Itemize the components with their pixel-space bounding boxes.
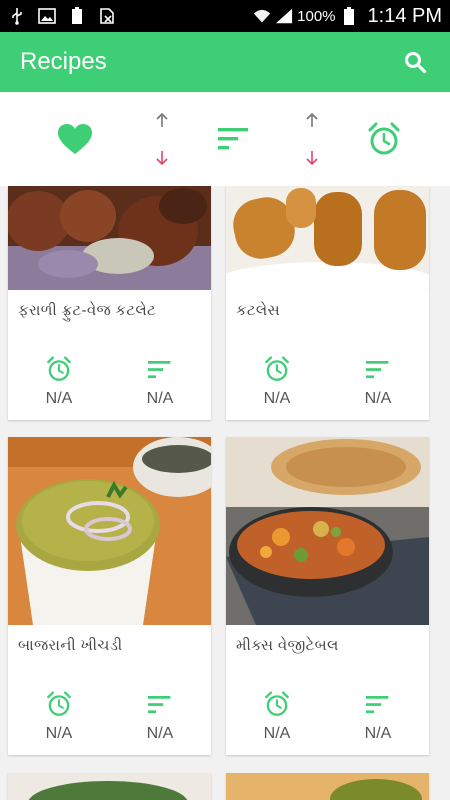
alarm-icon [265,356,289,381]
alarm-icon [265,691,289,716]
image-icon [38,7,56,25]
difficulty-level-value: N/A [146,725,174,742]
alarm-icon [47,691,71,716]
wifi-icon [253,7,271,25]
cooking-time-filter-button[interactable] [364,120,404,158]
usb-icon [8,7,26,25]
recipe-title: ફરાળી ફ્રુટ-વેજ કટલેટ [18,302,157,319]
recipe-card[interactable]: બાજરાની ખીચડી N/A N/A [8,437,211,755]
recipe-title: કટલેસ [236,302,281,319]
recipe-title: મીક્સ વેજીટેબલ [236,637,339,654]
recipe-card[interactable]: ફરાળી ફ્રુટ-વેજ કટલેટ N/A N/A [8,186,211,420]
sort-lines-icon [148,361,171,379]
cooking-time-value: N/A [45,390,73,407]
sort-lines-icon [366,361,389,379]
no-sim-icon [98,7,116,25]
recipe-card[interactable] [226,773,429,800]
recipe-image [8,186,211,290]
recipe-image [226,437,429,625]
signal-icon [275,7,293,25]
arrow-up-icon [306,112,318,127]
recipe-card[interactable]: કટલેસ N/A N/A [226,186,429,420]
difficulty-level-value: N/A [364,390,392,407]
cooking-time: N/A [247,691,307,743]
recipe-card[interactable]: મીક્સ વેજીટેબલ N/A N/A [226,437,429,755]
app-bar: Recipes [0,32,450,92]
heart-icon [58,124,92,154]
recipe-image [8,773,211,800]
clock: 1:14 PM [367,4,442,27]
difficulty-level: N/A [130,356,190,408]
sort-level-ascending-button[interactable] [300,108,324,132]
battery-icon [340,7,358,25]
recipe-card[interactable] [8,773,211,800]
favorites-filter-button[interactable] [54,120,96,158]
cooking-time-value: N/A [263,725,291,742]
page-title: Recipes [20,48,107,75]
search-button[interactable] [400,47,430,77]
filter-bar [0,92,450,186]
recipe-title: બાજરાની ખીચડી [18,637,123,654]
arrow-up-icon [156,112,168,127]
battery-full-icon [68,7,86,25]
recipe-image [226,186,429,290]
cooking-time: N/A [247,356,307,408]
difficulty-level-value: N/A [146,390,174,407]
cooking-time: N/A [29,691,89,743]
difficulty-level: N/A [348,691,408,743]
sort-lines-icon [148,696,171,714]
difficulty-level: N/A [348,356,408,408]
sort-lines-icon [218,128,248,150]
sort-lines-icon [366,696,389,714]
difficulty-level-value: N/A [364,725,392,742]
arrow-down-icon [156,151,168,166]
recipe-image [226,773,429,800]
cooking-time-value: N/A [263,390,291,407]
difficulty-level: N/A [130,691,190,743]
battery-percent: 100% [297,7,336,25]
recipe-image [8,437,211,625]
cooking-time: N/A [29,356,89,408]
sort-time-descending-button[interactable] [150,146,174,170]
alarm-icon [47,356,71,381]
status-bar: 100% 1:14 PM [0,0,450,32]
arrow-down-icon [306,151,318,166]
sort-time-ascending-button[interactable] [150,108,174,132]
alarm-icon [368,122,400,155]
cooking-time-value: N/A [45,725,73,742]
sort-level-button[interactable] [214,122,252,156]
sort-level-descending-button[interactable] [300,146,324,170]
search-icon [405,52,427,74]
